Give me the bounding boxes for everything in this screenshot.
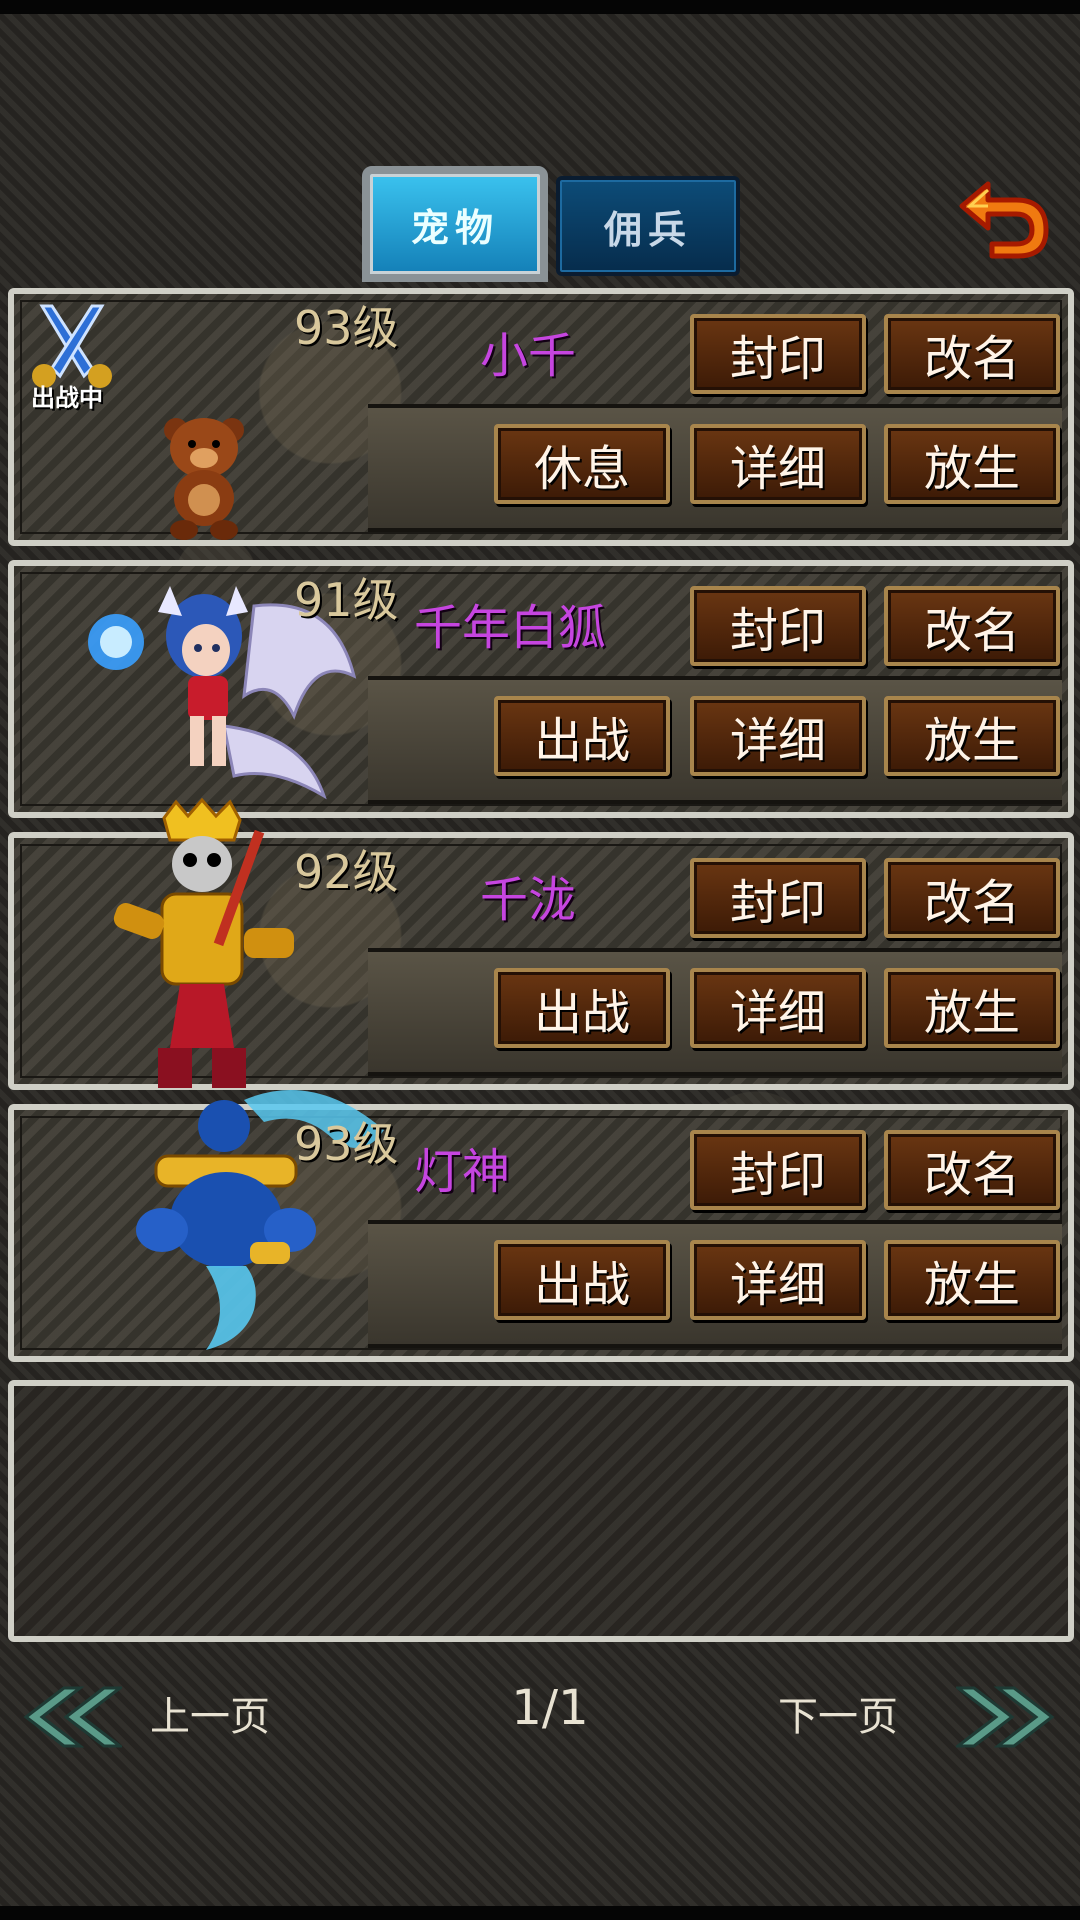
details-button[interactable]: 详细 <box>690 1240 866 1320</box>
bottom-bar <box>0 1906 1080 1920</box>
battle-button[interactable]: 出战 <box>494 1240 670 1320</box>
pet-name[interactable]: 千泷 <box>480 860 576 930</box>
pet-name[interactable]: 小千 <box>480 316 576 386</box>
tab-mercenaries[interactable]: 佣兵 <box>556 176 740 276</box>
release-button[interactable]: 放生 <box>884 696 1060 776</box>
pet-name[interactable]: 灯神 <box>414 1132 510 1202</box>
seal-button[interactable]: 封印 <box>690 314 866 394</box>
pet-card-1: 出战中 93级 小千 封印 改名 休息 详细 放生 <box>8 288 1074 546</box>
empty-pet-slot <box>8 1380 1074 1642</box>
pet-card-3: 92级 千泷 封印 改名 出战 详细 放生 <box>8 798 1074 1090</box>
prev-page-label[interactable]: 上一页 <box>150 1684 270 1742</box>
pet-card-4: 93级 灯神 封印 改名 出战 详细 放生 <box>8 1090 1074 1362</box>
pet-level: 91级 <box>294 573 399 627</box>
pet-level: 93级 <box>294 301 399 355</box>
rename-button[interactable]: 改名 <box>884 1130 1060 1210</box>
details-button[interactable]: 详细 <box>690 696 866 776</box>
pet-card-2: 91级 千年白狐 封印 改名 出战 详细 放生 <box>8 560 1074 818</box>
battle-button[interactable]: 出战 <box>494 696 670 776</box>
rename-button[interactable]: 改名 <box>884 858 1060 938</box>
tab-pets[interactable]: 宠物 <box>362 166 548 282</box>
seal-button[interactable]: 封印 <box>690 586 866 666</box>
pet-name[interactable]: 千年白狐 <box>414 588 606 658</box>
rename-button[interactable]: 改名 <box>884 586 1060 666</box>
release-button[interactable]: 放生 <box>884 968 1060 1048</box>
pet-level: 93级 <box>294 1117 399 1171</box>
next-page-arrow-icon[interactable] <box>956 1684 1056 1750</box>
bear-pet-sprite <box>164 418 244 540</box>
pet-level: 92级 <box>294 845 399 899</box>
top-bar <box>0 0 1080 14</box>
rest-button[interactable]: 休息 <box>494 424 670 504</box>
page-indicator: 1/1 <box>511 1680 589 1736</box>
release-button[interactable]: 放生 <box>884 424 1060 504</box>
prev-page-arrow-icon[interactable] <box>22 1684 122 1750</box>
battle-button[interactable]: 出战 <box>494 968 670 1048</box>
details-button[interactable]: 详细 <box>690 968 866 1048</box>
release-button[interactable]: 放生 <box>884 1240 1060 1320</box>
in-battle-badge: 出战中 <box>31 384 103 412</box>
next-page-label[interactable]: 下一页 <box>778 1684 898 1742</box>
seal-button[interactable]: 封印 <box>690 1130 866 1210</box>
rename-button[interactable]: 改名 <box>884 314 1060 394</box>
details-button[interactable]: 详细 <box>690 424 866 504</box>
seal-button[interactable]: 封印 <box>690 858 866 938</box>
return-arrow-icon[interactable] <box>958 176 1054 260</box>
